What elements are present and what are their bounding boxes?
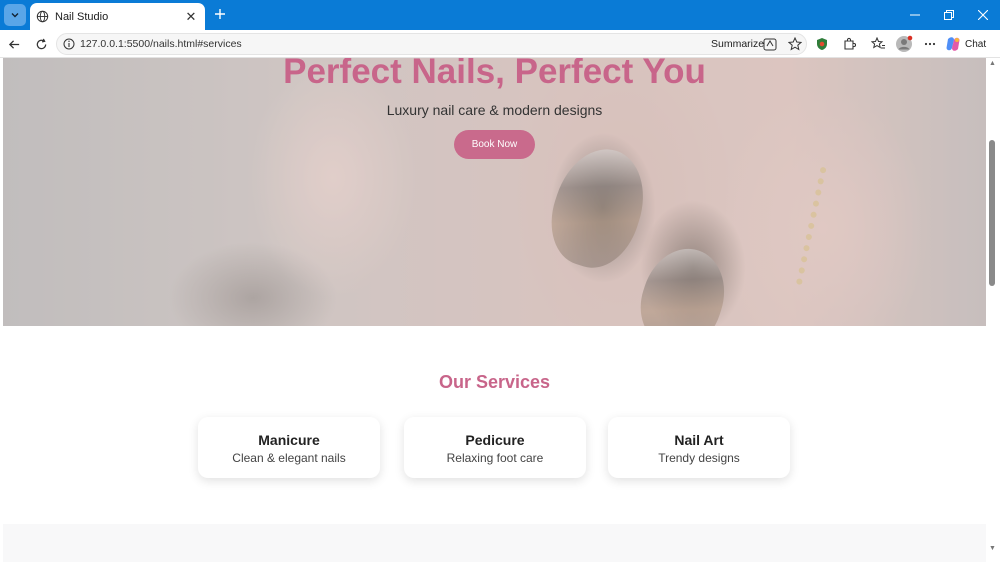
summarize-icon[interactable] bbox=[763, 38, 777, 51]
restore-icon bbox=[944, 10, 954, 20]
minimize-icon bbox=[910, 14, 920, 16]
more-dots-icon bbox=[924, 42, 936, 46]
service-card-pedicure[interactable]: Pedicure Relaxing foot care bbox=[404, 417, 586, 478]
summarize-button[interactable]: Summarize bbox=[711, 38, 764, 50]
page-viewport: Perfect Nails, Perfect You Luxury nail c… bbox=[0, 58, 1000, 562]
browser-title-bar: Nail Studio ✕ bbox=[0, 0, 1000, 30]
close-icon bbox=[978, 10, 988, 20]
copilot-icon bbox=[946, 37, 960, 51]
vertical-scrollbar[interactable]: ▲ ▼ bbox=[986, 58, 998, 558]
avatar bbox=[896, 35, 913, 52]
hero-title: Perfect Nails, Perfect You bbox=[283, 58, 706, 91]
service-description: Clean & elegant nails bbox=[232, 451, 346, 465]
copilot-chat-button[interactable]: Chat bbox=[945, 34, 997, 54]
refresh-button[interactable] bbox=[31, 34, 51, 54]
plus-icon bbox=[215, 9, 225, 19]
hero-overlay bbox=[3, 58, 986, 326]
service-name: Pedicure bbox=[465, 432, 525, 448]
chevron-down-icon bbox=[11, 13, 19, 18]
service-card-nail-art[interactable]: Nail Art Trendy designs bbox=[608, 417, 790, 478]
hero-section: Perfect Nails, Perfect You Luxury nail c… bbox=[3, 58, 986, 326]
favorite-star-icon[interactable] bbox=[788, 37, 802, 51]
services-title: Our Services bbox=[438, 372, 551, 392]
service-card-manicure[interactable]: Manicure Clean & elegant nails bbox=[198, 417, 380, 478]
restore-button[interactable] bbox=[932, 0, 966, 30]
service-description: Relaxing foot care bbox=[446, 451, 544, 465]
minimize-button[interactable] bbox=[898, 0, 932, 30]
service-description: Trendy designs bbox=[658, 451, 740, 465]
chat-label: Chat bbox=[965, 38, 987, 50]
extensions-button[interactable] bbox=[839, 34, 859, 54]
tab-actions-button[interactable] bbox=[4, 4, 26, 26]
book-now-button[interactable]: Book Now bbox=[454, 130, 535, 159]
close-window-button[interactable] bbox=[966, 0, 1000, 30]
hero-subtitle: Luxury nail care & modern designs bbox=[386, 102, 603, 118]
next-section-band bbox=[3, 524, 986, 562]
scrollbar-thumb[interactable] bbox=[989, 140, 995, 286]
extension-button[interactable] bbox=[812, 34, 832, 54]
service-name: Nail Art bbox=[674, 432, 724, 448]
extension-shield-icon bbox=[817, 38, 827, 50]
globe-icon bbox=[36, 10, 49, 23]
refresh-icon bbox=[36, 38, 46, 49]
tab-title: Nail Studio bbox=[55, 10, 109, 23]
url-text[interactable]: 127.0.0.1:5500/nails.html#services bbox=[80, 38, 242, 50]
more-options-button[interactable] bbox=[920, 34, 940, 54]
address-bar[interactable]: 127.0.0.1:5500/nails.html#services Summa… bbox=[56, 33, 807, 55]
close-tab-icon[interactable]: ✕ bbox=[183, 9, 199, 25]
info-icon[interactable] bbox=[63, 38, 75, 50]
services-section: Our Services Manicure Clean & elegant na… bbox=[3, 326, 986, 524]
puzzle-icon bbox=[844, 37, 856, 50]
new-tab-button[interactable] bbox=[211, 5, 229, 23]
favorites-list-icon bbox=[870, 37, 885, 49]
back-button[interactable] bbox=[4, 34, 24, 54]
arrow-left-icon bbox=[8, 39, 19, 49]
scroll-down-arrow-icon[interactable]: ▼ bbox=[989, 545, 996, 552]
profile-button[interactable] bbox=[894, 34, 914, 54]
browser-toolbar: 127.0.0.1:5500/nails.html#services Summa… bbox=[0, 30, 1000, 58]
scroll-up-arrow-icon[interactable]: ▲ bbox=[989, 60, 996, 67]
browser-tab[interactable]: Nail Studio ✕ bbox=[30, 3, 205, 30]
service-name: Manicure bbox=[258, 432, 320, 448]
favorites-button[interactable] bbox=[868, 34, 888, 54]
